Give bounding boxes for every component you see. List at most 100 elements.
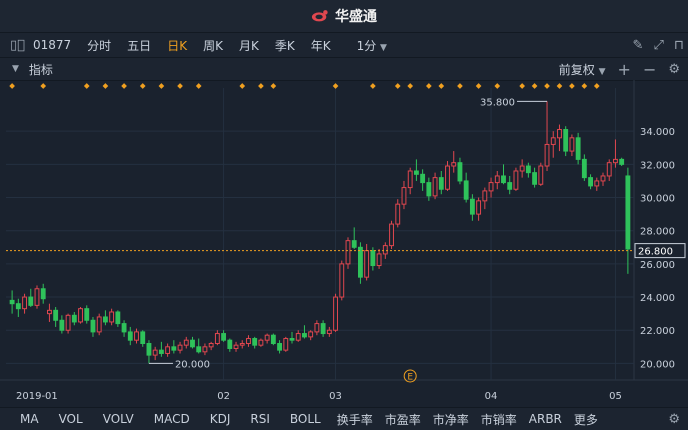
candle-body	[165, 346, 171, 354]
candlestick-chart[interactable]: 26.800 35.800 20.000 E 20.000 22.000 24.000 26…	[0, 80, 688, 408]
candle-body	[575, 137, 581, 160]
event-marker-icon	[438, 83, 445, 89]
event-marker-icon	[426, 83, 432, 89]
candle-body	[227, 339, 233, 349]
candle-body	[59, 319, 65, 331]
interval-select[interactable]: 1分 ▼	[339, 37, 395, 54]
chart-canvas[interactable]: 26.800 35.800 20.000 E 20.000 22.000 24.000 26…	[0, 80, 688, 408]
candle-body	[507, 182, 513, 190]
chevron-down-icon: ▼	[598, 66, 606, 77]
event-marker-icon	[258, 83, 264, 89]
plus-icon[interactable]: +	[618, 60, 631, 79]
candle-body	[34, 288, 40, 306]
tab-period-1[interactable]: 五日	[119, 37, 159, 54]
event-e-label: E	[407, 373, 413, 383]
edit-icon[interactable]: ✎	[633, 38, 644, 53]
candle-body	[494, 175, 500, 184]
candle-body	[202, 346, 208, 353]
tab-indicator-7[interactable]: 换手率	[331, 411, 379, 428]
y-tick-label: 20.000	[640, 359, 675, 370]
event-marker-icon	[531, 83, 538, 89]
y-tick-label: 28.000	[640, 227, 675, 238]
candle-body	[84, 308, 90, 321]
candle-body	[221, 333, 227, 341]
candle-body	[557, 129, 562, 139]
x-tick-label: 03	[329, 391, 342, 402]
gear-icon[interactable]: ⚙	[668, 412, 680, 427]
candle-body	[302, 333, 307, 338]
candle-body	[314, 323, 320, 333]
candle-body	[370, 250, 376, 267]
y-tick-label: 30.000	[640, 194, 675, 205]
tab-period-2[interactable]: 日K	[159, 37, 195, 54]
x-tick-label: 2019-01	[16, 391, 58, 402]
huasheng-logo-icon	[311, 10, 328, 22]
adjust-value: 前复权	[558, 62, 595, 77]
candle-body	[28, 296, 34, 306]
candle-body	[78, 308, 83, 323]
tab-indicator-11[interactable]: ARBR	[523, 412, 568, 426]
collapse-chevron-icon[interactable]: ▼	[0, 64, 19, 74]
tab-period-0[interactable]: 分时	[79, 37, 119, 54]
candle-body	[420, 173, 426, 184]
tab-indicator-2[interactable]: VOLV	[93, 412, 144, 426]
candle-body	[109, 311, 115, 323]
adjust-select[interactable]: 前复权 ▼	[559, 61, 606, 78]
candle-body	[171, 346, 177, 351]
event-marker-icon	[9, 83, 15, 89]
candle-body	[382, 245, 388, 255]
tab-period-3[interactable]: 周K	[195, 37, 231, 54]
candle-body	[606, 162, 612, 177]
tab-period-6[interactable]: 年K	[303, 37, 339, 54]
y-tick-label: 24.000	[640, 293, 675, 304]
tab-indicator-12[interactable]: 更多	[568, 411, 604, 428]
candle-body	[127, 331, 133, 341]
candle-body	[326, 329, 332, 335]
tab-indicator-0[interactable]: MA	[0, 412, 49, 426]
candle-body	[208, 343, 214, 348]
tab-indicator-10[interactable]: 市销率	[475, 411, 523, 428]
event-marker-icon	[519, 83, 525, 89]
candle-body	[351, 240, 357, 248]
indicator-label[interactable]: 指标	[19, 61, 53, 78]
tab-indicator-9[interactable]: 市净率	[427, 411, 475, 428]
event-marker-icon	[158, 83, 165, 89]
candle-body	[252, 338, 258, 346]
event-marker-icon	[494, 83, 501, 89]
candle-body	[258, 339, 264, 346]
candle-body	[134, 331, 139, 341]
candle-body	[40, 288, 46, 300]
candle-body	[501, 175, 506, 184]
event-marker-icon	[544, 83, 550, 89]
candle-body	[401, 187, 407, 205]
event-marker-icon	[195, 83, 202, 89]
event-marker-icon	[457, 83, 463, 89]
tab-indicator-6[interactable]: BOLL	[280, 412, 331, 426]
candle-body	[264, 334, 270, 341]
candle-body	[532, 172, 538, 185]
fullscreen-icon[interactable]: ⤢	[653, 38, 663, 53]
tab-indicator-4[interactable]: KDJ	[200, 412, 241, 426]
tab-indicator-5[interactable]: RSI	[240, 412, 280, 426]
gear-icon[interactable]: ⚙	[668, 62, 680, 77]
candle-body	[190, 339, 195, 348]
tab-period-4[interactable]: 月K	[231, 37, 267, 54]
candle-body	[277, 343, 282, 351]
y-tick-label: 34.000	[640, 127, 675, 138]
event-marker-icon	[394, 83, 401, 89]
tab-indicator-1[interactable]: VOL	[49, 412, 93, 426]
tab-period-5[interactable]: 季K	[267, 37, 303, 54]
candle-body	[140, 331, 146, 345]
sidebar-toggle-icon[interactable]: ▯⃒	[0, 38, 29, 53]
minus-icon[interactable]: −	[643, 60, 656, 79]
candle-body	[457, 162, 463, 182]
tab-indicator-3[interactable]: MACD	[144, 412, 200, 426]
event-marker-icon	[121, 83, 127, 89]
app-title: 华盛通	[335, 9, 377, 25]
layout-icon[interactable]: ⊓	[674, 38, 684, 53]
tab-indicator-8[interactable]: 市盈率	[379, 411, 427, 428]
event-marker-icon	[40, 83, 47, 89]
candle-body	[22, 296, 27, 310]
candle-body	[569, 137, 575, 152]
event-marker-icon	[370, 83, 376, 89]
